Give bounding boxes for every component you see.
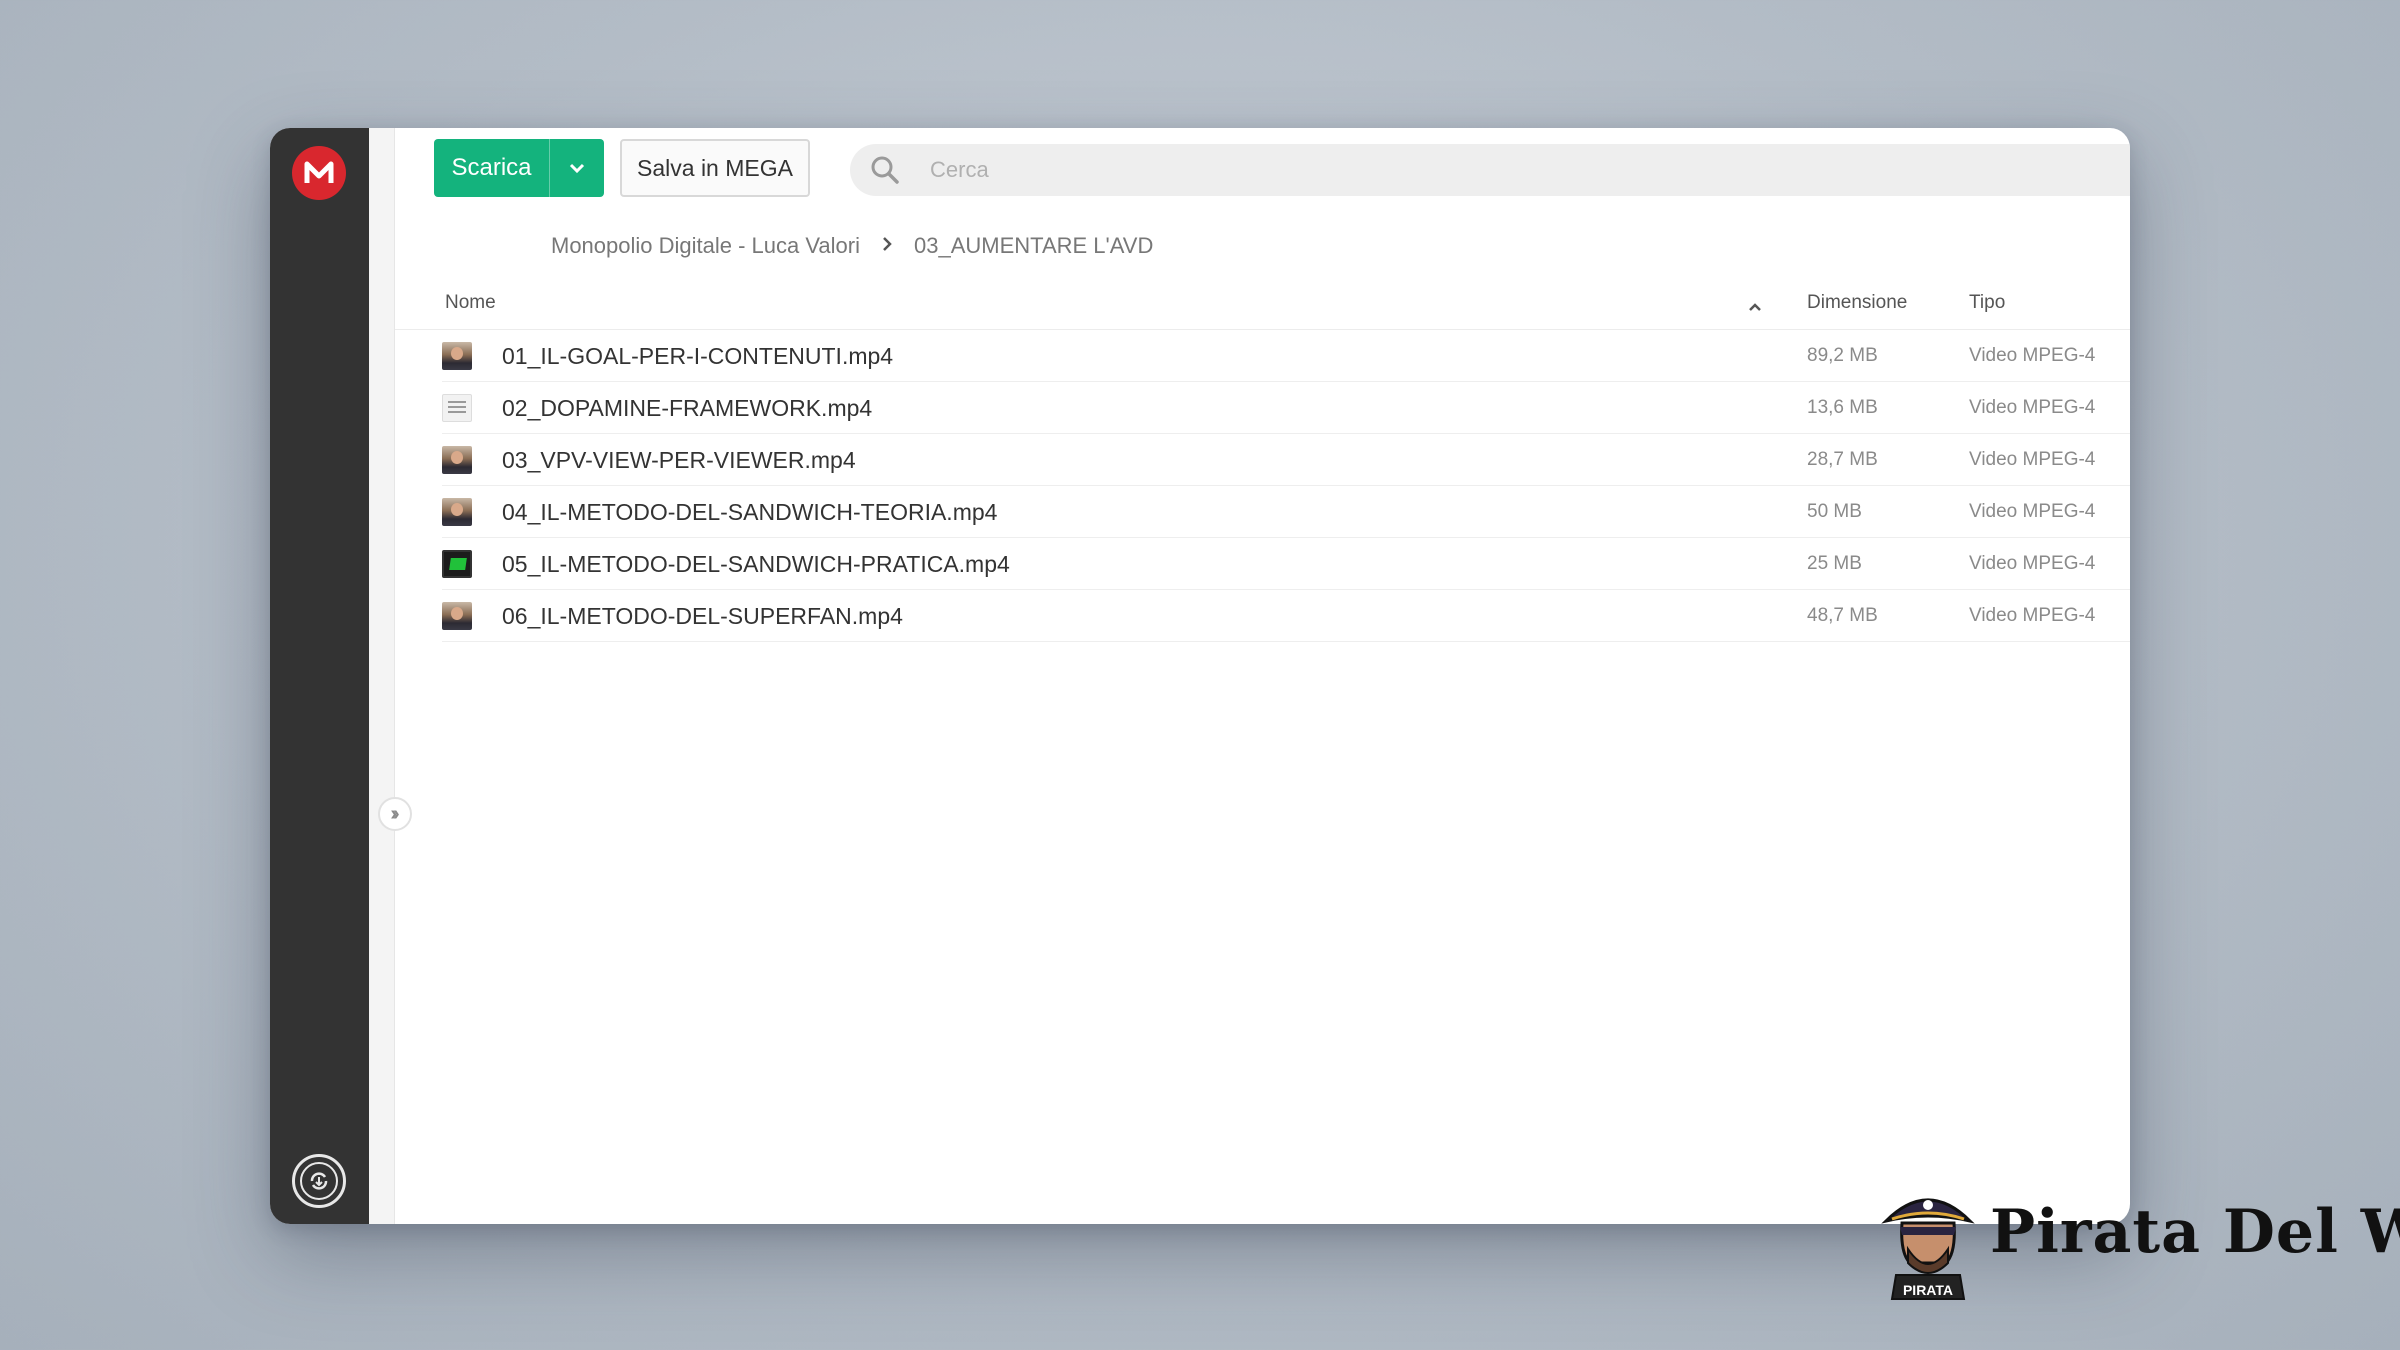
side-rail [369,128,395,1224]
file-name[interactable]: 03_VPV-VIEW-PER-VIEWER.mp4 [502,434,856,486]
video-thumbnail [442,550,472,578]
search-bar[interactable] [850,144,2130,196]
table-header: Nome Dimensione Tipo [395,276,2130,330]
file-name[interactable]: 06_IL-METODO-DEL-SUPERFAN.mp4 [502,590,903,642]
column-header-type[interactable]: Tipo [1969,292,2005,314]
column-header-name[interactable]: Nome [445,292,496,314]
file-type: Video MPEG-4 [1969,553,2096,574]
watermark-badge: PIRATA [1903,1282,1953,1298]
breadcrumb-item-current[interactable]: 03_AUMENTARE L'AVD [914,233,1153,259]
search-icon [850,155,920,185]
video-thumbnail [442,342,472,370]
file-table: Nome Dimensione Tipo 01_IL-GOAL-PER-I-CO… [395,276,2130,642]
file-name[interactable]: 02_DOPAMINE-FRAMEWORK.mp4 [502,382,872,434]
table-row[interactable]: 02_DOPAMINE-FRAMEWORK.mp4 13,6 MB Video … [442,382,2130,434]
chevron-down-icon[interactable] [550,139,604,197]
video-thumbnail [442,498,472,526]
table-row[interactable]: 03_VPV-VIEW-PER-VIEWER.mp4 28,7 MB Video… [442,434,2130,486]
table-row[interactable]: 05_IL-METODO-DEL-SANDWICH-PRATICA.mp4 25… [442,538,2130,590]
file-size: 50 MB [1807,501,1862,522]
table-row[interactable]: 06_IL-METODO-DEL-SUPERFAN.mp4 48,7 MB Vi… [442,590,2130,642]
file-size: 13,6 MB [1807,397,1878,418]
file-type: Video MPEG-4 [1969,397,2096,418]
main-panel: Scarica Salva in MEGA Monopolio Digitale… [395,128,2130,1224]
chevron-up-icon[interactable] [1748,296,1762,318]
file-name[interactable]: 05_IL-METODO-DEL-SANDWICH-PRATICA.mp4 [502,538,1010,590]
mega-window: ›› Scarica Salva in MEGA Monopolio Digit… [270,128,2130,1224]
breadcrumb-item-root[interactable]: Monopolio Digitale - Luca Valori [551,233,860,259]
watermark-text: Pirata Del Web [1990,1197,2400,1267]
video-thumbnail [442,446,472,474]
video-thumbnail [442,602,472,630]
file-type: Video MPEG-4 [1969,605,2096,626]
column-header-size[interactable]: Dimensione [1807,292,1907,314]
video-thumbnail [442,394,472,422]
file-type: Video MPEG-4 [1969,345,2096,366]
file-size: 25 MB [1807,553,1862,574]
file-type: Video MPEG-4 [1969,449,2096,470]
file-size: 48,7 MB [1807,605,1878,626]
mega-logo-icon[interactable] [292,146,346,200]
table-row[interactable]: 01_IL-GOAL-PER-I-CONTENUTI.mp4 89,2 MB V… [442,330,2130,382]
sync-button[interactable] [292,1154,346,1208]
sidebar [270,128,369,1224]
file-name[interactable]: 01_IL-GOAL-PER-I-CONTENUTI.mp4 [502,330,893,382]
download-button-label[interactable]: Scarica [434,139,550,197]
pirate-mascot-icon: PIRATA [1881,1198,1975,1300]
chevron-right-icon [882,235,892,258]
table-row[interactable]: 04_IL-METODO-DEL-SANDWICH-TEORIA.mp4 50 … [442,486,2130,538]
breadcrumb: Monopolio Digitale - Luca Valori 03_AUME… [551,220,1153,272]
search-input[interactable] [920,157,1520,183]
save-to-mega-button[interactable]: Salva in MEGA [620,139,810,197]
sync-icon [300,1162,338,1200]
download-button[interactable]: Scarica [434,139,604,197]
file-type: Video MPEG-4 [1969,501,2096,522]
file-size: 28,7 MB [1807,449,1878,470]
file-name[interactable]: 04_IL-METODO-DEL-SANDWICH-TEORIA.mp4 [502,486,997,538]
watermark-logo: PIRATA Pirata Del Web [1878,1183,2400,1303]
file-size: 89,2 MB [1807,345,1878,366]
